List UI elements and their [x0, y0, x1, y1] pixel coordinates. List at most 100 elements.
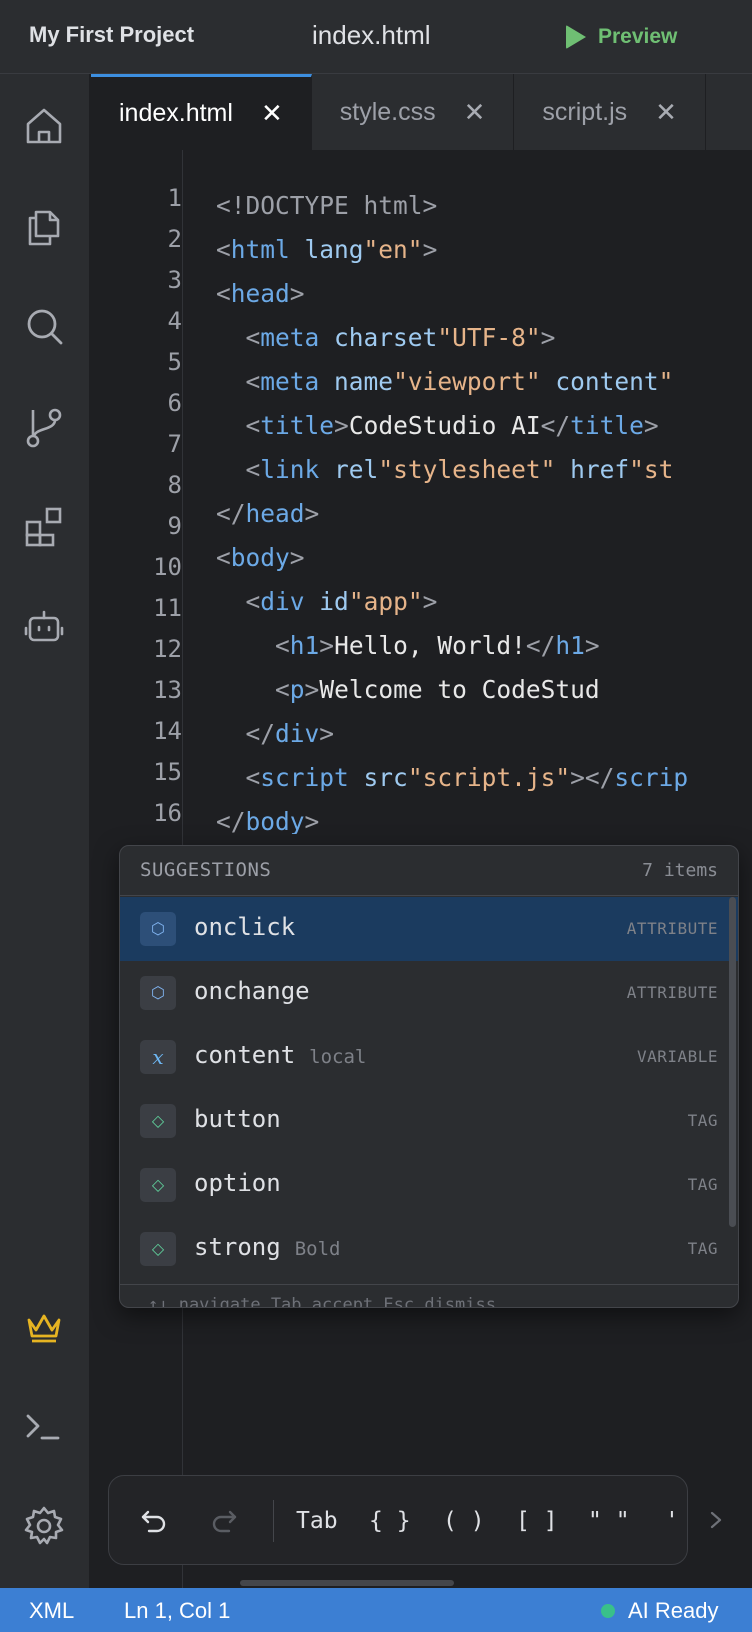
- close-icon[interactable]: ✕: [464, 97, 486, 128]
- ai-status-dot: [601, 1604, 615, 1618]
- code-line[interactable]: <link rel"stylesheet" href"st: [216, 448, 752, 492]
- variable-icon: x: [140, 1040, 176, 1074]
- suggestion-kind: VARIABLE: [636, 1047, 718, 1066]
- code-line[interactable]: <title>CodeStudio AI</title>: [216, 404, 752, 448]
- play-icon: [566, 25, 586, 49]
- line-number: 10: [153, 553, 182, 581]
- suggestion-kind: ATTRIBUTE: [626, 983, 718, 1002]
- code-line[interactable]: <p>Welcome to CodeStud: [216, 668, 752, 712]
- tab-style-css[interactable]: style.css ✕: [312, 74, 515, 150]
- tab-index-html[interactable]: index.html ✕: [91, 74, 312, 150]
- home-icon[interactable]: [22, 104, 66, 148]
- close-icon[interactable]: ✕: [655, 97, 677, 128]
- status-bar: XML Ln 1, Col 1 AI Ready: [0, 1588, 752, 1632]
- suggestions-footer: ↑↓ navigate Tab accept Esc dismiss: [120, 1284, 738, 1307]
- parens-key-button[interactable]: ( ): [443, 1504, 485, 1538]
- editor-tabs: index.html ✕ style.css ✕ script.js ✕: [91, 74, 752, 150]
- chevron-right-icon[interactable]: [704, 1505, 728, 1535]
- line-number: 15: [153, 758, 182, 786]
- files-icon[interactable]: [22, 204, 66, 248]
- suggestion-item[interactable]: ◇ option TAG: [120, 1153, 738, 1217]
- line-number: 6: [167, 389, 182, 417]
- suggestion-item[interactable]: x content local VARIABLE: [120, 1025, 738, 1089]
- settings-icon[interactable]: [22, 1504, 66, 1548]
- title-bar: My First Project index.html Preview: [0, 0, 752, 74]
- line-number: 2: [167, 225, 182, 253]
- suggestion-name: strong: [194, 1233, 281, 1261]
- suggestions-title: SUGGESTIONS: [140, 859, 272, 881]
- suggestion-item[interactable]: ⬡ onchange ATTRIBUTE: [120, 961, 738, 1025]
- line-number: 7: [167, 430, 182, 458]
- redo-button[interactable]: [209, 1504, 239, 1538]
- horizontal-scrollbar[interactable]: [240, 1580, 454, 1586]
- tag-icon: ◇: [140, 1168, 176, 1202]
- code-editor[interactable]: <!DOCTYPE html> <html lang"en"> <head> <me…: [216, 184, 752, 834]
- suggestion-name: option: [194, 1169, 281, 1197]
- tab-script-js[interactable]: script.js ✕: [514, 74, 706, 150]
- suggestion-name: onchange: [194, 977, 310, 1005]
- line-number: 14: [153, 717, 182, 745]
- suggestion-name: onclick: [194, 913, 296, 941]
- code-line[interactable]: <script src"script.js"></scrip: [216, 756, 752, 800]
- undo-button[interactable]: [139, 1504, 169, 1538]
- code-line[interactable]: <html lang"en">: [216, 228, 752, 272]
- suggestion-kind: TAG: [687, 1111, 718, 1130]
- cursor-position[interactable]: Ln 1, Col 1: [124, 1598, 230, 1624]
- suggestion-kind: TAG: [687, 1239, 718, 1258]
- activity-bar: [0, 74, 90, 1588]
- tab-label: style.css: [339, 97, 436, 126]
- suggestion-item[interactable]: ⬡ onclick ATTRIBUTE: [120, 897, 738, 961]
- suggestion-kind: TAG: [687, 1175, 718, 1194]
- ai-bot-icon[interactable]: [22, 604, 66, 648]
- preview-button[interactable]: Preview: [566, 18, 677, 56]
- undo-icon: [141, 1510, 166, 1533]
- double-quotes-key-button[interactable]: " ": [588, 1504, 630, 1538]
- code-line[interactable]: <h1>Hello, World!</h1>: [216, 624, 752, 668]
- extensions-icon[interactable]: [22, 504, 66, 548]
- tab-label: index.html: [119, 99, 233, 127]
- language-mode[interactable]: XML: [29, 1598, 74, 1624]
- code-line[interactable]: </div>: [216, 712, 752, 756]
- code-line[interactable]: <meta name"viewport" content": [216, 360, 752, 404]
- suggestion-kind: ATTRIBUTE: [626, 919, 718, 938]
- line-number: 9: [167, 512, 182, 540]
- suggestions-header: SUGGESTIONS 7 items: [120, 846, 738, 896]
- braces-key-button[interactable]: { }: [369, 1504, 411, 1538]
- line-number: 12: [153, 635, 182, 663]
- code-line[interactable]: <meta charset"UTF-8">: [216, 316, 752, 360]
- line-number: 3: [167, 266, 182, 294]
- tag-icon: ◇: [140, 1232, 176, 1266]
- line-number: 8: [167, 471, 182, 499]
- search-icon[interactable]: [22, 304, 66, 348]
- source-control-icon[interactable]: [22, 404, 66, 448]
- suggestion-hint: Bold: [294, 1238, 341, 1260]
- suggestion-item[interactable]: ◇ strong Bold TAG: [120, 1217, 738, 1281]
- line-number: 4: [167, 307, 182, 335]
- code-line[interactable]: <body>: [216, 536, 752, 580]
- suggestions-count: 7 items: [642, 860, 718, 881]
- brackets-key-button[interactable]: [ ]: [516, 1504, 558, 1538]
- keybar-divider: [273, 1500, 274, 1542]
- code-line[interactable]: <head>: [216, 272, 752, 316]
- line-number: 1: [167, 184, 182, 212]
- code-line[interactable]: <div id"app">: [216, 580, 752, 624]
- code-line[interactable]: <!DOCTYPE html>: [216, 184, 752, 228]
- close-icon[interactable]: ✕: [261, 98, 283, 129]
- terminal-icon[interactable]: [22, 1404, 66, 1448]
- line-number: 11: [153, 594, 182, 622]
- line-number: 13: [153, 676, 182, 704]
- tab-key-button[interactable]: Tab: [296, 1504, 338, 1538]
- single-quote-key-button[interactable]: ': [665, 1504, 679, 1538]
- line-number: 16: [153, 799, 182, 827]
- crown-icon[interactable]: [22, 1304, 66, 1348]
- code-line[interactable]: </body>: [216, 800, 752, 834]
- suggestions-popup: SUGGESTIONS 7 items ⬡ onclick ATTRIBUTE …: [119, 845, 739, 1308]
- suggestions-scrollbar[interactable]: [729, 897, 736, 1227]
- project-name[interactable]: My First Project: [29, 22, 194, 48]
- suggestion-name: button: [194, 1105, 281, 1133]
- current-file-title: index.html: [312, 20, 431, 50]
- suggestion-item[interactable]: ◇ button TAG: [120, 1089, 738, 1153]
- suggestion-name: content: [194, 1041, 296, 1069]
- ai-status[interactable]: AI Ready: [628, 1598, 719, 1624]
- code-line[interactable]: </head>: [216, 492, 752, 536]
